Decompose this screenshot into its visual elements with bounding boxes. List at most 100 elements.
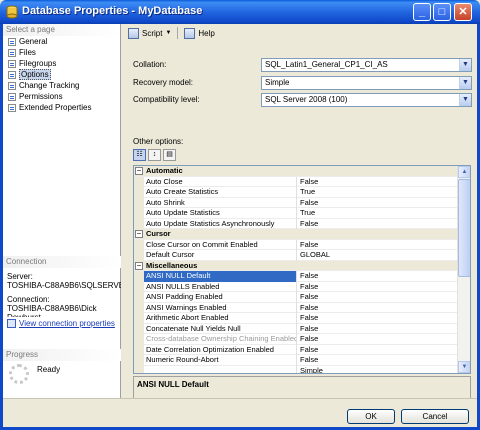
property-value[interactable]: False (298, 292, 457, 302)
grid-property-row[interactable]: Cross-database Ownership Chaining Enable… (134, 334, 457, 345)
recovery-model-row: Recovery model: Simple ▼ (133, 76, 472, 90)
page-item[interactable]: Options (3, 69, 120, 80)
row-gutter (134, 355, 144, 366)
chevron-down-icon[interactable]: ▼ (459, 59, 471, 71)
collation-select[interactable]: SQL_Latin1_General_CP1_CI_AS ▼ (261, 58, 472, 72)
property-value[interactable]: False (298, 334, 457, 344)
property-value[interactable]: False (298, 177, 457, 187)
row-gutter (134, 344, 144, 355)
grid-property-row[interactable]: Auto Update Statistics True (134, 208, 457, 219)
row-gutter (134, 365, 144, 373)
connection-value: TOSHIBA-C88A9B6\Dick (7, 304, 97, 313)
property-name: ANSI Padding Enabled (144, 292, 297, 303)
chevron-down-icon[interactable]: ▼ (459, 94, 471, 106)
property-value[interactable]: False (298, 219, 457, 229)
grid-property-row[interactable]: ANSI Warnings Enabled False (134, 302, 457, 313)
property-value[interactable]: True (298, 187, 457, 197)
page-item[interactable]: Files (3, 47, 120, 58)
page-item[interactable]: Filegroups (3, 58, 120, 69)
ok-button[interactable]: OK (347, 409, 395, 424)
grid-property-row[interactable]: Date Correlation Optimization Enabled Fal… (134, 344, 457, 355)
recovery-model-select[interactable]: Simple ▼ (261, 76, 472, 90)
chevron-down-icon: ▼ (165, 30, 172, 36)
help-icon (184, 27, 196, 39)
page-item-label: Files (19, 48, 36, 57)
scrollbar-thumb[interactable] (458, 179, 470, 277)
grid-property-row[interactable]: Concatenate Null Yields Null False (134, 323, 457, 334)
property-value[interactable]: False (298, 240, 457, 250)
grid-property-row[interactable]: Numeric Round-Abort False (134, 355, 457, 366)
minimize-button[interactable]: _ (413, 3, 431, 21)
maximize-button[interactable]: □ (433, 3, 451, 21)
compatibility-level-value: SQL Server 2008 (100) (265, 95, 348, 104)
page-item[interactable]: Change Tracking (3, 80, 120, 91)
row-gutter (134, 176, 144, 187)
grid-property-row[interactable]: Default Cursor GLOBAL (134, 250, 457, 261)
property-value[interactable]: False (298, 282, 457, 292)
grid-property-row[interactable]: ANSI Padding Enabled False (134, 292, 457, 303)
grid-property-row[interactable]: ANSI NULL Default False (134, 271, 457, 282)
close-icon: ✕ (458, 5, 468, 18)
property-value[interactable]: Simple (298, 366, 457, 374)
categorized-icon[interactable]: ☷ (133, 148, 146, 161)
page-item[interactable]: Extended Properties (3, 102, 120, 113)
grid-property-row[interactable]: Simple (134, 365, 457, 374)
chevron-down-icon[interactable]: ▼ (459, 77, 471, 89)
property-value[interactable]: False (298, 355, 457, 365)
property-grid-rows: − Automatic Auto Close False Auto Create Sta… (134, 166, 457, 374)
scroll-up-icon[interactable]: ▲ (458, 166, 470, 178)
property-name: Auto Update Statistics Asynchronously (144, 218, 297, 229)
property-name (144, 365, 297, 373)
property-value[interactable]: True (298, 208, 457, 218)
page-item[interactable]: Permissions (3, 91, 120, 102)
property-name: Auto Update Statistics (144, 208, 297, 219)
page-item-label: Permissions (19, 92, 63, 101)
sort-alphabetical-icon[interactable]: ↕ (148, 148, 161, 161)
property-name: Concatenate Null Yields Null (144, 323, 297, 334)
help-label: Help (198, 28, 215, 38)
property-pages-icon[interactable]: ▤ (163, 148, 176, 161)
grid-property-row[interactable]: Close Cursor on Commit Enabled False (134, 239, 457, 250)
page-item[interactable]: General (3, 36, 120, 47)
grid-category-row[interactable]: − Miscellaneous (134, 260, 457, 271)
grid-property-row[interactable]: Auto Close False (134, 176, 457, 187)
compatibility-level-select[interactable]: SQL Server 2008 (100) ▼ (261, 93, 472, 107)
property-value[interactable]: False (298, 271, 457, 281)
grid-property-row[interactable]: Auto Shrink False (134, 197, 457, 208)
page-item-label: Options (19, 69, 51, 80)
page-icon (8, 49, 16, 57)
property-value[interactable]: False (298, 303, 457, 313)
property-name: Auto Shrink (144, 197, 297, 208)
collapse-icon[interactable]: − (135, 167, 143, 175)
view-connection-properties-link[interactable]: View connection properties (7, 319, 121, 328)
property-value[interactable]: False (298, 198, 457, 208)
row-gutter (134, 218, 144, 229)
help-button[interactable]: Help (181, 25, 217, 41)
row-gutter (134, 281, 144, 292)
grid-category-row[interactable]: − Automatic (134, 166, 457, 177)
properties-icon (7, 319, 16, 328)
page-icon (8, 38, 16, 46)
connection-label: Connection: (7, 295, 50, 304)
property-value[interactable]: False (298, 345, 457, 355)
progress-spinner-icon (9, 364, 29, 384)
grid-property-row[interactable]: Arithmetic Abort Enabled False (134, 313, 457, 324)
connection-header: Connection (3, 256, 121, 268)
collapse-icon[interactable]: − (135, 230, 143, 238)
grid-property-row[interactable]: ANSI NULLS Enabled False (134, 281, 457, 292)
cancel-button[interactable]: Cancel (401, 409, 469, 424)
collapse-icon[interactable]: − (135, 261, 143, 270)
connection-info: Server: TOSHIBA-C88A9B6\SQLSERVEF Connec… (7, 272, 121, 328)
grid-property-row[interactable]: Auto Update Statistics Asynchronously Fal… (134, 218, 457, 229)
vertical-scrollbar[interactable]: ▲ ▼ (457, 166, 470, 373)
page-item-label: Extended Properties (19, 103, 92, 112)
grid-category-row[interactable]: − Cursor (134, 229, 457, 240)
scroll-down-icon[interactable]: ▼ (458, 361, 470, 373)
property-value[interactable]: False (298, 313, 457, 323)
grid-property-row[interactable]: Auto Create Statistics True (134, 187, 457, 198)
script-button[interactable]: Script ▼ (125, 25, 174, 41)
property-value[interactable]: GLOBAL (298, 250, 457, 260)
close-button[interactable]: ✕ (454, 3, 472, 21)
category-name: Automatic (146, 166, 183, 175)
property-value[interactable]: False (298, 324, 457, 334)
